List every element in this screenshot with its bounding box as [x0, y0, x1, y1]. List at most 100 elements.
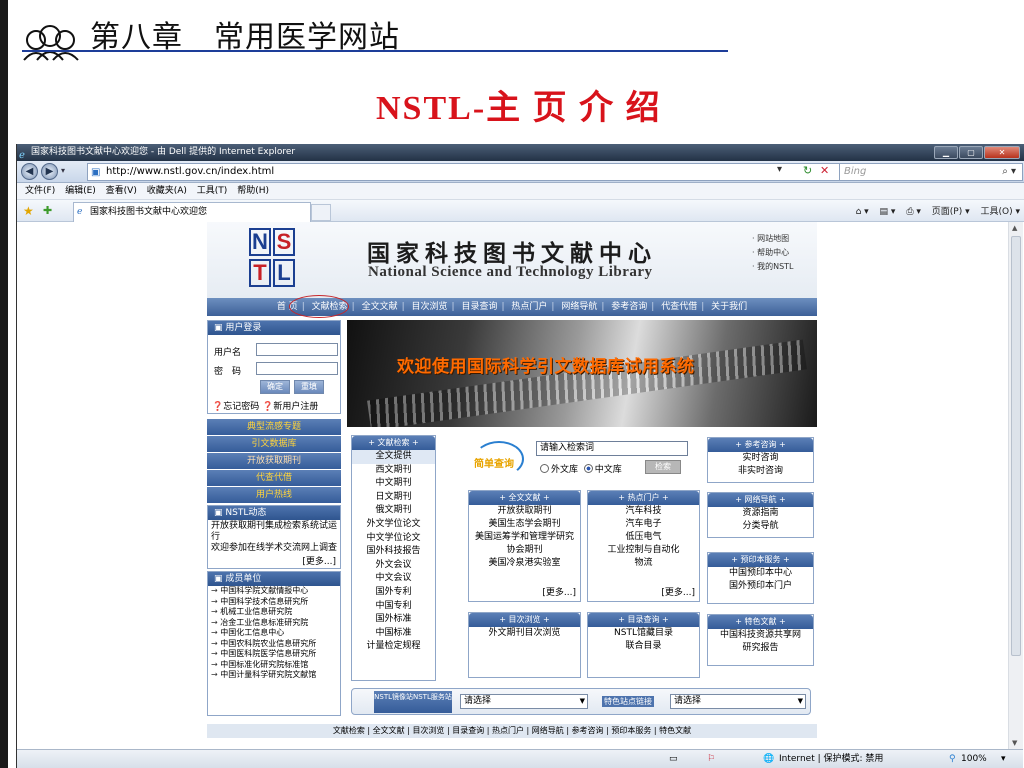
- list-item[interactable]: 美国冷泉港实验室: [469, 557, 580, 570]
- refresh-icon[interactable]: ↻: [803, 164, 812, 177]
- footer-link[interactable]: 文献检索: [333, 726, 365, 735]
- list-item[interactable]: 中国预印本中心: [708, 567, 813, 580]
- list-item[interactable]: 非实时咨询: [708, 465, 813, 478]
- sitemap-link[interactable]: 网站地图: [752, 232, 794, 246]
- list-item[interactable]: 资源指南: [708, 507, 813, 520]
- list-item[interactable]: 中文会议: [352, 572, 435, 586]
- list-item[interactable]: 外文会议: [352, 559, 435, 573]
- list-item[interactable]: 中国标准: [352, 627, 435, 641]
- quick-search-input[interactable]: 请输入检索词: [536, 441, 688, 456]
- menu-help[interactable]: 帮助(H): [237, 186, 269, 196]
- minimize-button[interactable]: ▁: [934, 146, 958, 159]
- menu-edit[interactable]: 编辑(E): [65, 186, 96, 196]
- nav-catalog[interactable]: 目录查询: [461, 302, 497, 312]
- footer-link[interactable]: 参考咨询: [572, 726, 604, 735]
- radio-foreign[interactable]: [540, 464, 549, 473]
- list-item[interactable]: 国外科技报告: [352, 545, 435, 559]
- list-item[interactable]: 美国运筹学和管理学研究: [469, 531, 580, 544]
- list-item[interactable]: 汽车电子: [588, 518, 699, 531]
- list-item[interactable]: 国外预印本门户: [708, 580, 813, 593]
- menu-view[interactable]: 查看(V): [106, 186, 137, 196]
- list-item[interactable]: 汽车科技: [588, 505, 699, 518]
- list-item[interactable]: 开放获取期刊: [469, 505, 580, 518]
- menu-favorites[interactable]: 收藏夹(A): [147, 186, 187, 196]
- search-icon[interactable]: ⌕ ▾: [1002, 164, 1016, 180]
- tab-current[interactable]: ℯ 国家科技图书文献中心欢迎您: [73, 202, 311, 222]
- fulltext-more-link[interactable]: [更多...]: [542, 585, 576, 598]
- nav-fulltext[interactable]: 全文文献: [362, 302, 398, 312]
- list-item[interactable]: 中国计量科学研究院文献馆: [211, 670, 340, 681]
- address-dropdown-icon[interactable]: ▾: [777, 164, 782, 175]
- forward-button[interactable]: ▶: [41, 163, 58, 180]
- list-item[interactable]: 研究报告: [708, 642, 813, 655]
- list-item[interactable]: 联合目录: [588, 640, 699, 653]
- password-input[interactable]: [256, 362, 338, 375]
- list-item[interactable]: 中国科技资源共享网: [708, 629, 813, 642]
- hero-banner[interactable]: 欢迎使用国际科学引文数据库试用系统: [347, 320, 817, 427]
- special-item[interactable]: 用户热线: [207, 487, 341, 503]
- list-item[interactable]: NSTL馆藏目录: [588, 627, 699, 640]
- list-item[interactable]: 外文学位论文: [352, 518, 435, 532]
- quick-search-button[interactable]: 检索: [645, 460, 681, 474]
- radio-chinese[interactable]: [583, 464, 593, 473]
- nav-hot[interactable]: 热点门户: [511, 302, 547, 312]
- my-nstl-link[interactable]: 我的NSTL: [752, 260, 793, 274]
- list-item[interactable]: 外文期刊目次浏览: [469, 627, 580, 640]
- news-text[interactable]: 开放获取期刊集成检索系统试运行 欢迎参加在线学术交流网上调查: [208, 520, 340, 555]
- tools-menu[interactable]: 工具(O) ▾: [981, 207, 1021, 217]
- list-item[interactable]: 美国生态学会期刊: [469, 518, 580, 531]
- nav-delivery[interactable]: 代查代借: [661, 302, 697, 312]
- security-zone[interactable]: Internet | 保护模式: 禁用: [779, 750, 883, 768]
- list-item[interactable]: 冶金工业信息标准研究院: [211, 618, 340, 629]
- footer-link[interactable]: 特色文献: [659, 726, 691, 735]
- maximize-button[interactable]: ▢: [959, 146, 983, 159]
- home-icon[interactable]: ⌂ ▾: [856, 207, 869, 217]
- mirror-site-select[interactable]: 请选择 ▼: [460, 694, 588, 709]
- footer-link[interactable]: 全文文献: [373, 726, 405, 735]
- footer-link[interactable]: 网络导航: [532, 726, 564, 735]
- login-ok-button[interactable]: 确定: [260, 380, 290, 394]
- scrollbar-thumb[interactable]: [1011, 236, 1021, 656]
- list-item[interactable]: 物流: [588, 557, 699, 570]
- list-item[interactable]: 计量检定规程: [352, 640, 435, 654]
- scroll-down-icon[interactable]: ▼: [1012, 739, 1017, 747]
- special-links-select[interactable]: 请选择 ▼: [670, 694, 806, 709]
- nav-about[interactable]: 关于我们: [711, 302, 747, 312]
- login-reset-button[interactable]: 重填: [294, 380, 324, 394]
- special-item[interactable]: 典型流感专题: [207, 419, 341, 435]
- list-item[interactable]: 国外专利: [352, 586, 435, 600]
- special-item[interactable]: 引文数据库: [207, 436, 341, 452]
- list-item[interactable]: 工业控制与自动化: [588, 544, 699, 557]
- list-item[interactable]: 俄文期刊: [352, 504, 435, 518]
- nav-reference[interactable]: 参考咨询: [611, 302, 647, 312]
- print-icon[interactable]: ⎙ ▾: [906, 207, 921, 217]
- help-link[interactable]: 帮助中心: [752, 246, 794, 260]
- hot-more-link[interactable]: [更多...]: [661, 585, 695, 598]
- list-item[interactable]: 机械工业信息研究院: [211, 607, 340, 618]
- list-item[interactable]: 中文期刊: [352, 477, 435, 491]
- page-menu[interactable]: 页面(P) ▾: [932, 207, 970, 217]
- nav-netnav[interactable]: 网络导航: [561, 302, 597, 312]
- nav-toc[interactable]: 目次浏览: [412, 302, 448, 312]
- feeds-icon[interactable]: ▤ ▾: [880, 207, 896, 217]
- address-input[interactable]: ▣ http://www.nstl.gov.cn/index.html: [87, 163, 857, 181]
- forgot-password-link[interactable]: 忘记密码: [223, 402, 259, 412]
- zoom-level[interactable]: 100%: [961, 750, 987, 768]
- scroll-up-icon[interactable]: ▲: [1012, 224, 1017, 232]
- search-input[interactable]: Bing ⌕ ▾: [839, 163, 1023, 181]
- list-item[interactable]: 协会期刊: [469, 544, 580, 557]
- list-item[interactable]: 日文期刊: [352, 491, 435, 505]
- list-item[interactable]: 全文提供: [352, 450, 435, 464]
- list-item[interactable]: 中国化工信息中心: [211, 628, 340, 639]
- list-item[interactable]: 中国专利: [352, 600, 435, 614]
- footer-link[interactable]: 目次浏览: [412, 726, 444, 735]
- list-item[interactable]: 中国医科院医学信息研究所: [211, 649, 340, 660]
- special-item[interactable]: 代查代借: [207, 470, 341, 486]
- back-button[interactable]: ◀: [21, 163, 38, 180]
- footer-link[interactable]: 热点门户: [492, 726, 524, 735]
- footer-link[interactable]: 目录查询: [452, 726, 484, 735]
- list-item[interactable]: 中文学位论文: [352, 532, 435, 546]
- news-more-link[interactable]: [更多...]: [302, 554, 336, 567]
- history-dropdown-icon[interactable]: ▾: [61, 166, 65, 175]
- vertical-scrollbar[interactable]: ▲ ▼: [1008, 222, 1023, 749]
